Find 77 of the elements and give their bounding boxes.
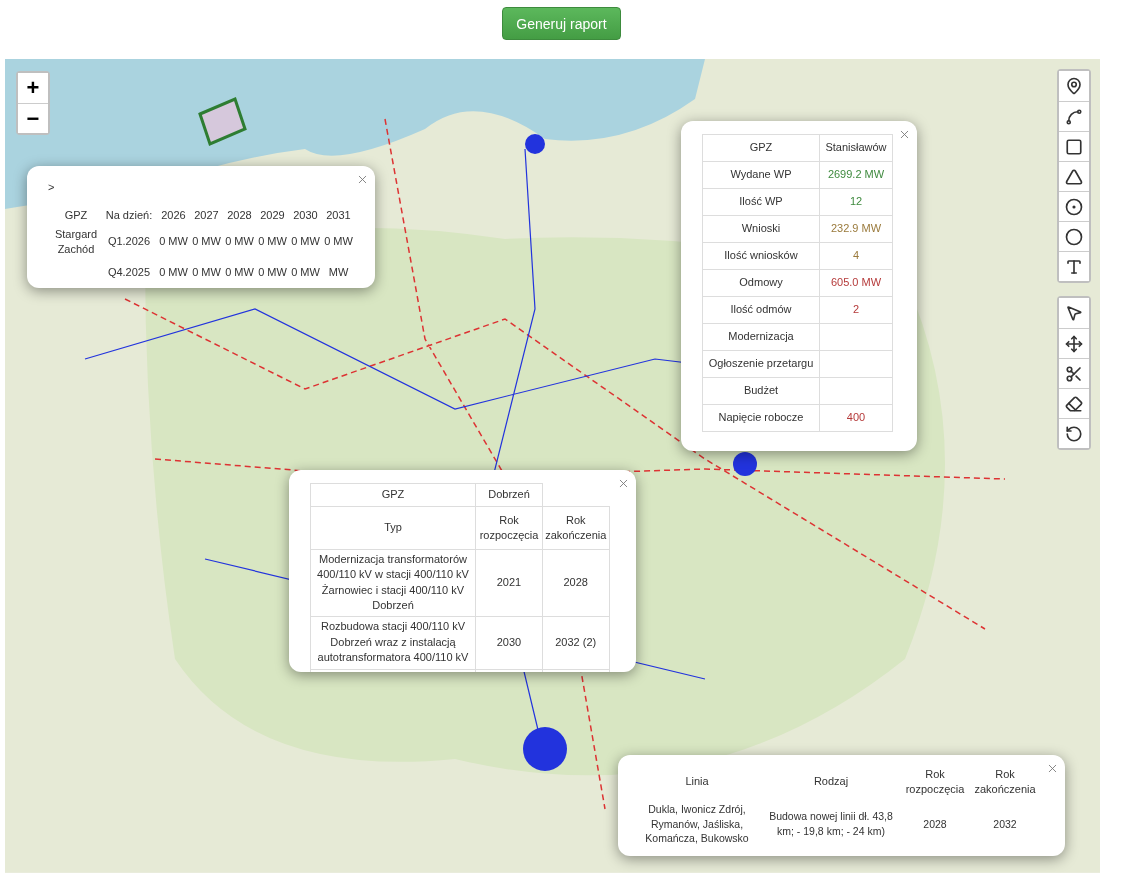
column-header: Rok rozpoczęcia: [475, 506, 543, 550]
column-header: 2027: [193, 208, 220, 224]
table-cell: Ilość wniosków: [702, 242, 820, 270]
column-header: 2031: [325, 208, 352, 224]
zoom-out-button[interactable]: −: [18, 103, 48, 133]
table-cell: Wydane WP: [702, 161, 820, 189]
map-tool-button[interactable]: [1059, 251, 1089, 281]
table-cell: 2032 (2): [542, 616, 609, 670]
column-header: Na dzień:: [104, 208, 154, 224]
table-cell: 400: [819, 404, 893, 432]
square-icon: [1065, 137, 1083, 156]
table-cell: 2699.2 MW: [819, 161, 893, 189]
column-header: Dobrzeń: [475, 483, 543, 507]
table-cell-text: 0 MW: [158, 234, 189, 250]
table-cell: Modernizacja transformatorów 400/110 kV w stacji 400/110 kV Żarnowiec i stacji 400/110 kV Dobrzeń: [310, 549, 476, 617]
table-cell-text: 0 MW: [158, 265, 189, 281]
table-cell: Ilość WP: [702, 188, 820, 216]
popup-prefix: >: [48, 181, 55, 193]
column-header: Rok zakończenia: [542, 506, 609, 550]
table-cell: Odmowy: [702, 269, 820, 297]
column-header: Stanisławów: [819, 134, 893, 162]
table-cell-text: Budowa nowej linii dł. 43,8 km; - 19,8 km; - 24 km): [768, 809, 894, 839]
column-header: Rok rozpoczęcia: [904, 766, 966, 797]
table-cell-text: 0 MW: [191, 265, 222, 281]
column-header: Linia: [684, 774, 710, 790]
table-cell-text: 0 MW: [191, 234, 222, 250]
rotate-icon: [1065, 424, 1083, 443]
table-cell: 4: [819, 242, 893, 270]
eraser-icon: [1065, 394, 1083, 413]
table-cell: 2030: [475, 616, 543, 670]
table-cell: Rozbudowa stacji 400/110 kV Dobrzeń wraz z instalacją autotransformatora 400/110 kV: [310, 616, 476, 670]
column-header: GPZ: [310, 483, 476, 507]
table-cell: 2028: [542, 549, 609, 617]
table-cell: 2021: [475, 549, 543, 617]
column-header: 2030: [292, 208, 319, 224]
table-cell: Ilość odmów: [702, 296, 820, 324]
column-header: Rodzaj: [812, 774, 850, 790]
table-cell-text: 0 MW: [224, 234, 255, 250]
table-cell-text: 0 MW: [257, 234, 288, 250]
table-cell-text: Q1.2026: [106, 234, 152, 250]
table-cell-text: Stargard Zachód: [53, 227, 99, 258]
table-cell-text: 2032: [992, 816, 1018, 832]
table-cell: 12: [819, 188, 893, 216]
table-cell-text: 0 MW: [224, 265, 255, 281]
scissors-icon: [1065, 364, 1083, 383]
circle-icon: [1065, 197, 1083, 216]
line-icon: [1065, 107, 1083, 126]
move-icon: [1065, 334, 1083, 353]
pointer-icon: [1065, 304, 1083, 322]
table-cell-text: 2028: [922, 816, 948, 832]
column-header: GPZ: [63, 208, 89, 224]
table-cell-text: Q4.2025: [106, 265, 152, 281]
table-cell: 2: [819, 296, 893, 324]
column-header: 2028: [226, 208, 253, 224]
column-header: Typ: [310, 506, 476, 550]
table-cell: Wnioski: [702, 215, 820, 243]
table-cell: Napięcie robocze: [702, 404, 820, 432]
table-cell-text: 0 MW: [257, 265, 288, 281]
table-cell: Budżet: [702, 377, 820, 405]
table-cell-text: 0 MW: [290, 265, 321, 281]
circle-marker-icon: [1065, 227, 1083, 246]
column-header: GPZ: [702, 134, 820, 162]
column-header: 2026: [160, 208, 187, 224]
marker-icon: [1065, 77, 1083, 95]
table-cell: 232.9 MW: [819, 215, 893, 243]
column-header: Rok zakończenia: [973, 766, 1037, 797]
table-cell: 605.0 MW: [819, 269, 893, 297]
text-icon: [1065, 257, 1083, 276]
table-cell: Modernizacja: [702, 323, 820, 351]
column-header: 2029: [259, 208, 286, 224]
map-tool-button[interactable]: [1059, 418, 1089, 448]
triangle-icon: [1065, 167, 1083, 186]
table-cell-text: MW: [327, 265, 350, 281]
table-cell: Ogłoszenie przetargu: [702, 350, 820, 378]
table-cell-text: 0 MW: [290, 234, 321, 250]
table-cell-text: Dukla, Iwonicz Zdrój, Rymanów, Jaśliska, Komańcza, Bukowsko: [644, 801, 750, 847]
table-cell-text: 0 MW: [323, 234, 354, 250]
